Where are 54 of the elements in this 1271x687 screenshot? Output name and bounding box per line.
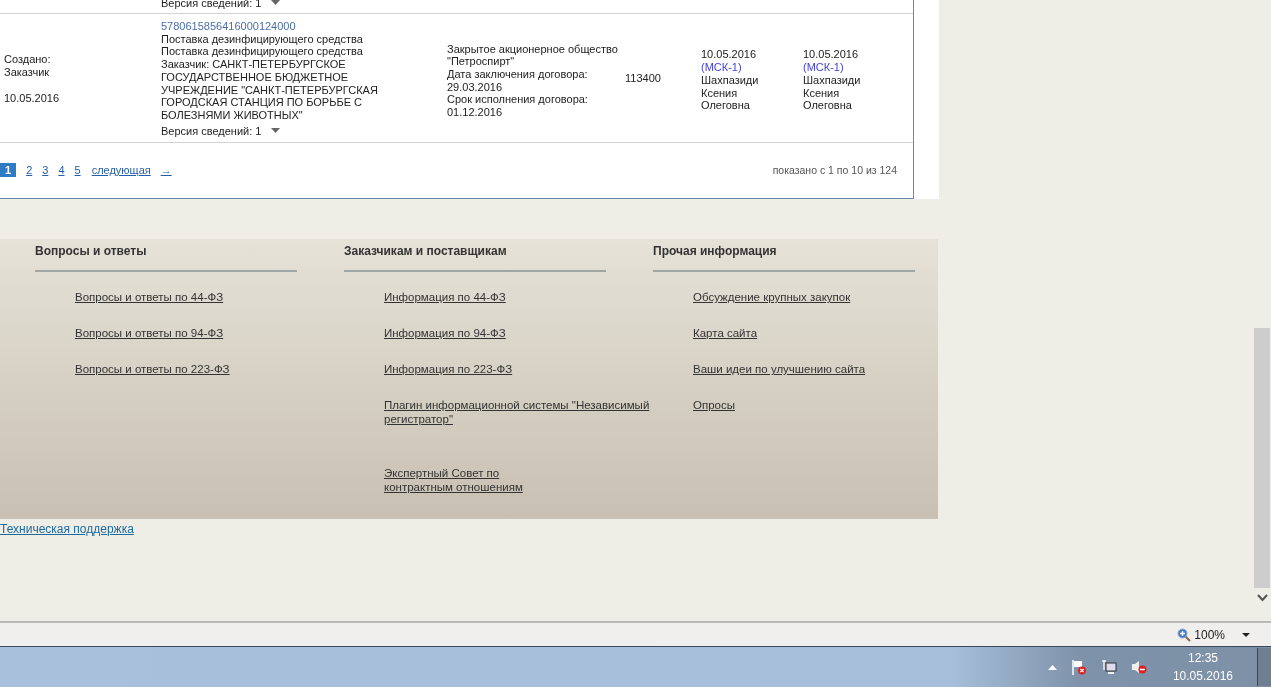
network-icon[interactable] [1100,659,1117,676]
show-desktop-button[interactable] [1257,648,1271,687]
flag-warning-icon[interactable] [1070,659,1087,676]
footer-link[interactable]: Обсуждение крупных закупок [693,290,983,305]
created-date: 10.05.2016 [4,91,61,105]
price-text: 113400 [625,72,662,85]
footer-link[interactable]: Информация по 94-ФЗ [384,326,674,341]
footer-link[interactable]: Ваши идеи по улучшению сайта [693,362,983,377]
version-label: Версия сведений: 1 [161,124,262,138]
tray-expand-icon[interactable] [1047,664,1057,670]
footer-link[interactable]: Экспертный Совет по контрактным отношениям [384,466,534,495]
supplier-text: Дата заключения договора: [447,67,589,81]
results-summary: показано с 1 по 10 из 124 [772,164,897,177]
footer-heading: Прочая информация [653,239,915,273]
footer-link[interactable]: Плагин информационной системы "Независимый регистратор" [384,398,674,427]
footer-link[interactable]: Вопросы и ответы по 223-ФЗ [75,362,365,377]
event-date: 10.05.2016 [803,48,860,62]
speaker-muted-icon[interactable] [1130,659,1147,676]
purchase-number-link[interactable]: 5780615856416000124000 [161,20,447,33]
zoom-level[interactable]: 100% [1194,627,1225,642]
page-link[interactable]: 3 [42,164,49,177]
zoom-icon[interactable] [1177,627,1192,642]
footer-link[interactable]: Вопросы и ответы по 94-ФЗ [75,326,365,341]
page-link[interactable]: 2 [26,164,33,177]
page-link[interactable]: 1 [0,163,17,178]
next-arrow-link[interactable]: → [160,164,172,177]
footer-link[interactable]: Карта сайта [693,326,983,341]
event-date: 10.05.2016 [701,48,758,62]
person-name: Шахпазиди Ксения Олеговна [701,73,760,112]
scroll-thumb[interactable] [1254,328,1270,588]
supplier-text: 29.03.2016 [447,80,504,94]
subject-text: Поставка дезинфицирующего средства [161,32,364,46]
status-value: Заказчик [4,65,51,79]
footer-link[interactable]: Опросы [693,398,983,413]
footer-heading: Заказчикам и поставщикам [344,239,606,273]
page-link[interactable]: 5 [74,164,81,177]
supplier-text: 01.12.2016 [447,106,504,119]
scroll-down-icon[interactable] [1256,594,1268,602]
footer-link[interactable]: Информация по 223-ФЗ [384,362,674,377]
support-link[interactable]: Техническая поддержка [0,522,1253,537]
footer-heading: Вопросы и ответы [35,239,297,273]
timezone-text: (МСК-1) [803,61,845,74]
footer-link[interactable]: Вопросы и ответы по 44-ФЗ [75,290,365,305]
person-name: Шахпазиди Ксения Олеговна [803,73,862,112]
page-link[interactable]: 4 [58,164,65,177]
supplier-text: Срок исполнения договора: [447,93,589,107]
caret-icon[interactable] [1242,632,1250,637]
status-label: Создано: [4,53,52,66]
footer-link[interactable]: Информация по 44-ФЗ [384,290,674,305]
supplier-text: Закрытое акционерное общество "Петроспирт" [447,42,619,68]
timezone-text: (МСК-1) [701,61,743,74]
subject-text: Поставка дезинфицирующего средства [161,45,364,59]
customer-text: Заказчик: САНКТ-ПЕТЕРБУРГСКОЕ ГОСУДАРСТВЕННОЕ БЮДЖЕТНОЕ УЧРЕЖДЕНИЕ "САНКТ-ПЕТЕРБУРГСКАЯ ГОРОДСКАЯ СТАНЦИЯ ПО БОРЬБЕ С БОЛЕЗНЯМИ ЖИВОТНЫХ" [161,58,379,122]
next-page-link[interactable]: следующая [91,164,151,177]
